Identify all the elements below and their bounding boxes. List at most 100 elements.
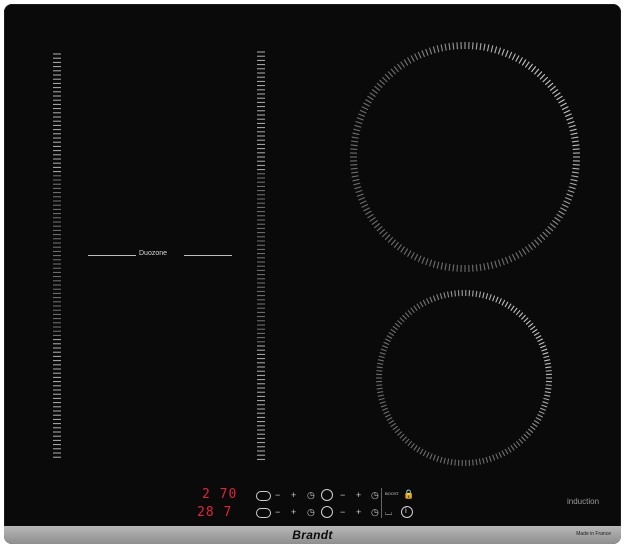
large-cooking-zone-ring <box>475 42 478 50</box>
small-cooking-zone-ring <box>504 448 509 455</box>
large-cooking-zone-ring <box>352 132 360 136</box>
large-cooking-zone-ring <box>381 231 388 238</box>
large-cooking-zone-ring <box>365 210 372 215</box>
large-cooking-zone-ring <box>571 175 579 178</box>
minus-button-top-2[interactable]: − <box>340 490 345 500</box>
large-cooking-zone-ring <box>544 228 551 235</box>
info-icon: i <box>405 506 407 515</box>
large-cooking-zone-ring <box>359 109 367 114</box>
small-cooking-zone-ring <box>381 407 388 411</box>
zone-select-pill-bottom[interactable] <box>256 508 271 518</box>
large-cooking-zone-ring <box>384 73 391 80</box>
small-cooking-zone-ring <box>380 404 387 408</box>
small-cooking-zone-ring <box>482 457 485 464</box>
small-cooking-zone-ring <box>397 320 403 325</box>
plus-button-bottom-1[interactable]: + <box>291 507 296 517</box>
large-cooking-zone-ring <box>414 253 419 261</box>
small-cooking-zone-ring <box>402 314 408 320</box>
small-cooking-zone-ring <box>422 299 427 306</box>
keep-warm-icon[interactable]: ⌴ <box>385 507 392 517</box>
small-cooking-zone-ring <box>518 312 524 318</box>
small-cooking-zone-ring <box>541 404 548 408</box>
large-cooking-zone-ring <box>359 200 367 205</box>
large-cooking-zone-ring <box>475 264 478 272</box>
large-cooking-zone-ring <box>558 210 565 215</box>
small-cooking-zone-ring <box>478 291 482 298</box>
small-cooking-zone-ring <box>386 335 393 339</box>
zone-select-button-top[interactable] <box>321 489 333 501</box>
small-cooking-zone-ring <box>384 413 391 418</box>
small-cooking-zone-ring <box>379 352 386 355</box>
large-cooking-zone-ring <box>376 82 383 89</box>
timer-icon-bottom-2[interactable]: ◷ <box>371 507 379 517</box>
timer-icon-bottom-1[interactable]: ◷ <box>307 507 315 517</box>
plus-button-bottom-2[interactable]: + <box>356 507 361 517</box>
large-cooking-zone-ring <box>569 128 577 132</box>
large-cooking-zone-ring <box>354 124 362 128</box>
minus-button-top-1[interactable]: − <box>275 490 280 500</box>
minus-button-bottom-2[interactable]: − <box>340 507 345 517</box>
large-cooking-zone-ring <box>528 244 534 251</box>
small-cooking-zone-ring <box>407 440 413 447</box>
large-cooking-zone-ring <box>379 228 386 235</box>
large-cooking-zone-ring <box>361 106 369 111</box>
info-button[interactable]: i <box>401 506 413 518</box>
large-cooking-zone-ring <box>494 260 498 268</box>
small-cooking-zone-ring <box>540 407 547 411</box>
large-cooking-zone-ring <box>552 220 559 226</box>
zone-select-button-bottom[interactable] <box>321 506 333 518</box>
small-cooking-zone-ring <box>531 422 538 428</box>
large-cooking-zone-ring <box>436 45 440 53</box>
small-cooking-zone-ring <box>530 325 536 331</box>
large-cooking-zone-ring <box>504 50 509 58</box>
large-cooking-zone-ring <box>414 53 419 61</box>
large-cooking-zone-ring <box>367 95 374 101</box>
small-cooking-zone-ring <box>383 410 390 415</box>
small-cooking-zone-ring <box>525 431 531 436</box>
large-cooking-zone-ring <box>396 63 402 70</box>
small-cooking-zone-ring <box>542 401 549 404</box>
minus-button-bottom-1[interactable]: − <box>275 507 280 517</box>
lock-icon[interactable]: 🔒 <box>403 489 414 499</box>
small-cooking-zone-ring <box>533 331 540 336</box>
plus-button-top-2[interactable]: + <box>356 490 361 500</box>
plus-button-top-1[interactable]: + <box>291 490 296 500</box>
timer-icon-top-1[interactable]: ◷ <box>307 490 315 500</box>
small-cooking-zone-ring <box>520 436 526 442</box>
timer-icon-top-2[interactable]: ◷ <box>371 490 379 500</box>
large-cooking-zone-ring <box>544 79 551 86</box>
large-cooking-zone-ring <box>561 203 569 208</box>
large-cooking-zone-ring <box>403 59 409 66</box>
small-cooking-zone-ring <box>513 442 518 449</box>
small-cooking-zone-ring <box>520 314 526 320</box>
large-cooking-zone-ring <box>384 234 391 241</box>
large-cooking-zone-ring <box>436 261 440 269</box>
large-cooking-zone-ring <box>511 53 516 61</box>
large-cooking-zone-ring <box>560 207 567 212</box>
small-cooking-zone-ring <box>495 296 499 303</box>
made-in-label: Made in France <box>576 531 611 537</box>
small-cooking-zone-ring <box>380 348 387 352</box>
booster-label[interactable]: BOOST <box>385 492 399 496</box>
small-cooking-zone-ring <box>535 417 542 421</box>
large-cooking-zone-ring <box>542 231 549 238</box>
small-cooking-zone-ring <box>379 401 386 404</box>
small-cooking-zone-ring <box>527 428 534 434</box>
large-cooking-zone-ring <box>363 207 370 212</box>
large-cooking-zone-ring <box>572 144 580 147</box>
zone-select-pill-top[interactable] <box>256 491 271 501</box>
small-cooking-zone-ring <box>545 387 552 390</box>
small-cooking-zone-ring <box>436 455 440 462</box>
large-cooking-zone-ring <box>549 223 556 229</box>
large-cooking-zone-ring <box>351 140 359 143</box>
large-cooking-zone-ring <box>351 171 359 174</box>
large-cooking-zone-ring <box>518 57 523 64</box>
large-cooking-zone-ring <box>572 167 580 170</box>
large-cooking-zone-ring <box>566 117 574 121</box>
large-cooking-zone-ring <box>483 263 486 271</box>
small-cooking-zone-ring <box>402 436 408 442</box>
small-cooking-zone-ring <box>429 453 433 460</box>
large-cooking-zone-ring <box>531 241 537 248</box>
large-cooking-zone-ring <box>515 55 520 62</box>
small-cooking-zone-ring <box>472 459 474 466</box>
